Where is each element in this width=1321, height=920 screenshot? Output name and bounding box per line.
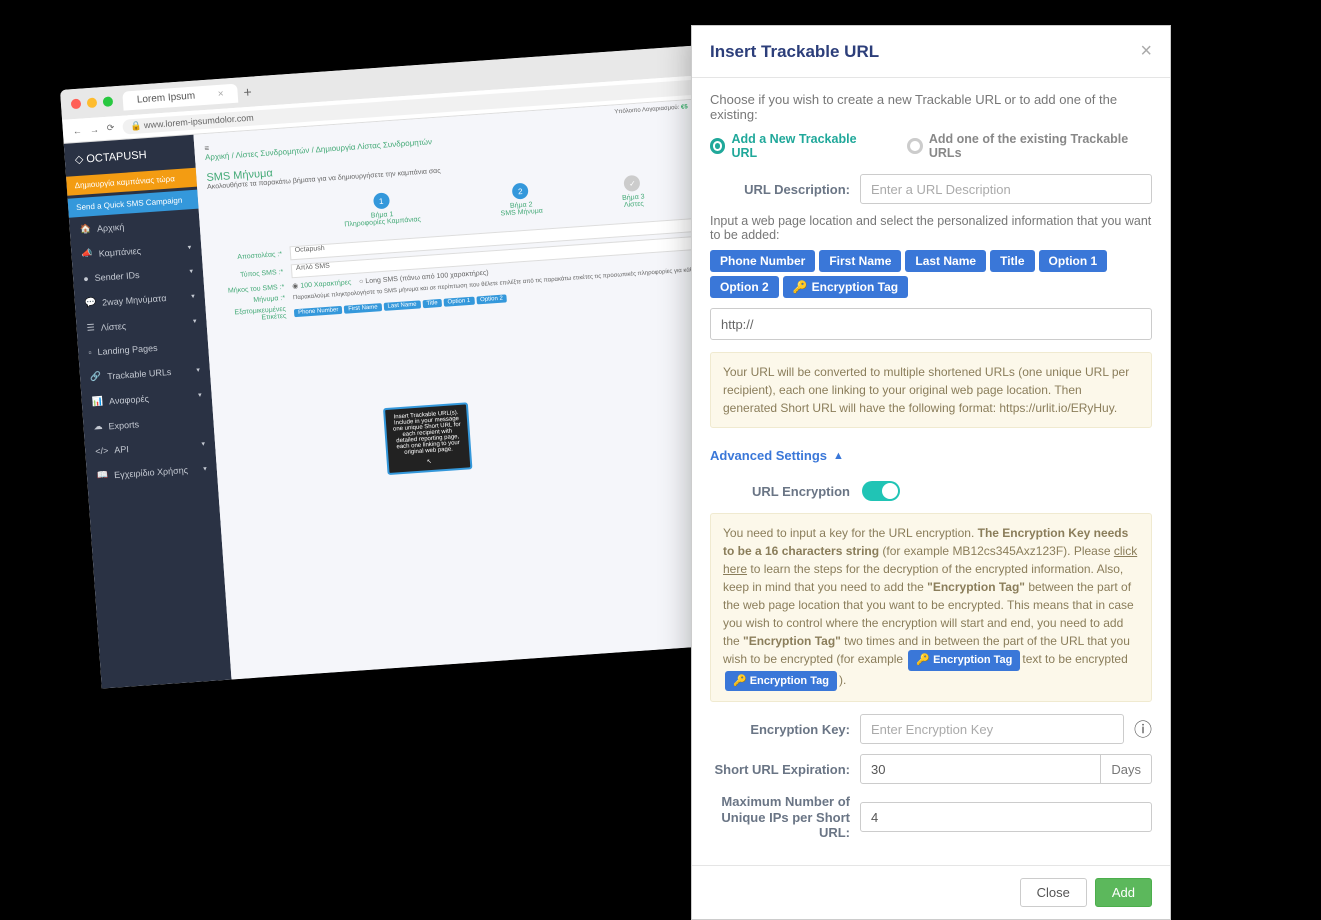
advanced-settings-toggle[interactable]: Advanced Settings ▲ — [710, 448, 844, 463]
max-ips-label: Maximum Number of Unique IPs per Short U… — [710, 794, 850, 841]
url-description-label: URL Description: — [710, 182, 850, 197]
tag-encryption[interactable]: 🔑Encryption Tag — [783, 276, 908, 298]
add-button[interactable]: Add — [1095, 878, 1152, 907]
key-icon: 🔑 — [793, 280, 808, 294]
url-input[interactable] — [710, 308, 1152, 340]
step-3[interactable]: ✓Βήμα 3Λίστες — [621, 175, 646, 209]
key-icon: 🔑 — [916, 652, 930, 669]
encryption-key-input[interactable] — [860, 714, 1124, 744]
encryption-tag-inline[interactable]: 🔑Encryption Tag — [908, 650, 1020, 671]
home-icon: 🏠 — [79, 223, 91, 235]
tag-opt2[interactable]: Option 2 — [476, 294, 507, 304]
tag-row: Phone Number First Name Last Name Title … — [710, 250, 1152, 298]
encryption-key-label: Encryption Key: — [710, 722, 850, 737]
traffic-light-min — [87, 97, 98, 108]
msg-label: Μήνυμα :* — [215, 295, 285, 307]
modal-title: Insert Trackable URL — [710, 42, 879, 62]
tag-title[interactable]: Title — [422, 298, 442, 307]
personalize-instruction: Input a web page location and select the… — [710, 214, 1152, 242]
tag-fname[interactable]: First Name — [344, 303, 382, 314]
tag-title[interactable]: Title — [990, 250, 1034, 272]
nav-fwd-icon[interactable]: → — [89, 124, 99, 135]
book-icon: 📖 — [97, 470, 109, 482]
list-icon: ☰ — [86, 322, 95, 334]
days-addon: Days — [1101, 754, 1152, 784]
tag-first-name[interactable]: First Name — [819, 250, 901, 272]
key-icon: 🔑 — [733, 673, 747, 690]
chart-icon: 📊 — [91, 396, 103, 408]
type-label: Τύπος SMS :* — [213, 268, 283, 280]
url-conversion-info: Your URL will be converted to multiple s… — [710, 352, 1152, 428]
chevron-up-icon: ▲ — [833, 450, 844, 462]
step-1[interactable]: 1Βήμα 1Πληροφορίες Καμπάνιας — [342, 190, 421, 228]
megaphone-icon: 📣 — [81, 248, 93, 260]
length-label: Μήκος του SMS :* — [214, 283, 284, 295]
choose-instruction: Choose if you wish to create a new Track… — [710, 92, 1152, 122]
tag-option-2[interactable]: Option 2 — [710, 276, 779, 298]
nav-back-icon[interactable]: ← — [73, 125, 83, 136]
url-description-input[interactable] — [860, 174, 1152, 204]
insert-trackable-url-modal: Insert Trackable URL × Choose if you wis… — [691, 25, 1171, 920]
encryption-tag-inline-2[interactable]: 🔑Encryption Tag — [725, 671, 837, 692]
url-encryption-label: URL Encryption — [710, 484, 850, 499]
sender-label: Αποστολέας :* — [212, 250, 282, 262]
short-url-expiration-label: Short URL Expiration: — [710, 762, 850, 777]
link-icon: 🔗 — [90, 371, 102, 383]
traffic-light-max — [103, 96, 114, 107]
page-icon: ▫ — [88, 347, 92, 357]
radio-add-new[interactable]: Add a New Trackable URL — [710, 132, 877, 160]
radio-100[interactable]: ◉ 100 Χαρακτήρες — [292, 278, 351, 290]
info-icon[interactable]: ⓘ — [1134, 716, 1152, 742]
new-tab-button[interactable]: + — [243, 84, 252, 101]
tag-last-name[interactable]: Last Name — [905, 250, 986, 272]
tag-option-1[interactable]: Option 1 — [1039, 250, 1108, 272]
traffic-light-close — [71, 99, 82, 110]
tooltip-trackable: Insert Trackable URL(s). Include in your… — [383, 402, 472, 475]
hamburger-icon[interactable]: ≡ — [204, 144, 209, 153]
export-icon: ☁ — [93, 421, 103, 433]
tag-phone-number[interactable]: Phone Number — [710, 250, 815, 272]
chat-icon: 💬 — [85, 297, 97, 309]
reload-icon[interactable]: ⟳ — [106, 122, 114, 133]
tag-phone[interactable]: Phone Number — [294, 305, 343, 316]
id-icon: ● — [83, 273, 89, 283]
close-icon[interactable]: × — [1140, 40, 1152, 63]
max-ips-input[interactable] — [860, 802, 1152, 832]
tag-lname[interactable]: Last Name — [383, 300, 420, 311]
tag-opt1[interactable]: Option 1 — [443, 296, 474, 306]
step-2[interactable]: 2Βήμα 2SMS Μήνυμα — [499, 182, 543, 218]
browser-tab[interactable]: Lorem Ipsum × — [122, 83, 238, 110]
url-encryption-toggle[interactable] — [862, 481, 900, 501]
code-icon: </> — [95, 446, 109, 457]
tags-label: Εξατομικευμένες Ετικέτες — [216, 306, 287, 325]
close-button[interactable]: Close — [1020, 878, 1087, 907]
encryption-info: You need to input a key for the URL encr… — [710, 513, 1152, 702]
short-url-expiration-input[interactable] — [860, 754, 1101, 784]
radio-add-existing[interactable]: Add one of the existing Trackable URLs — [907, 132, 1152, 160]
